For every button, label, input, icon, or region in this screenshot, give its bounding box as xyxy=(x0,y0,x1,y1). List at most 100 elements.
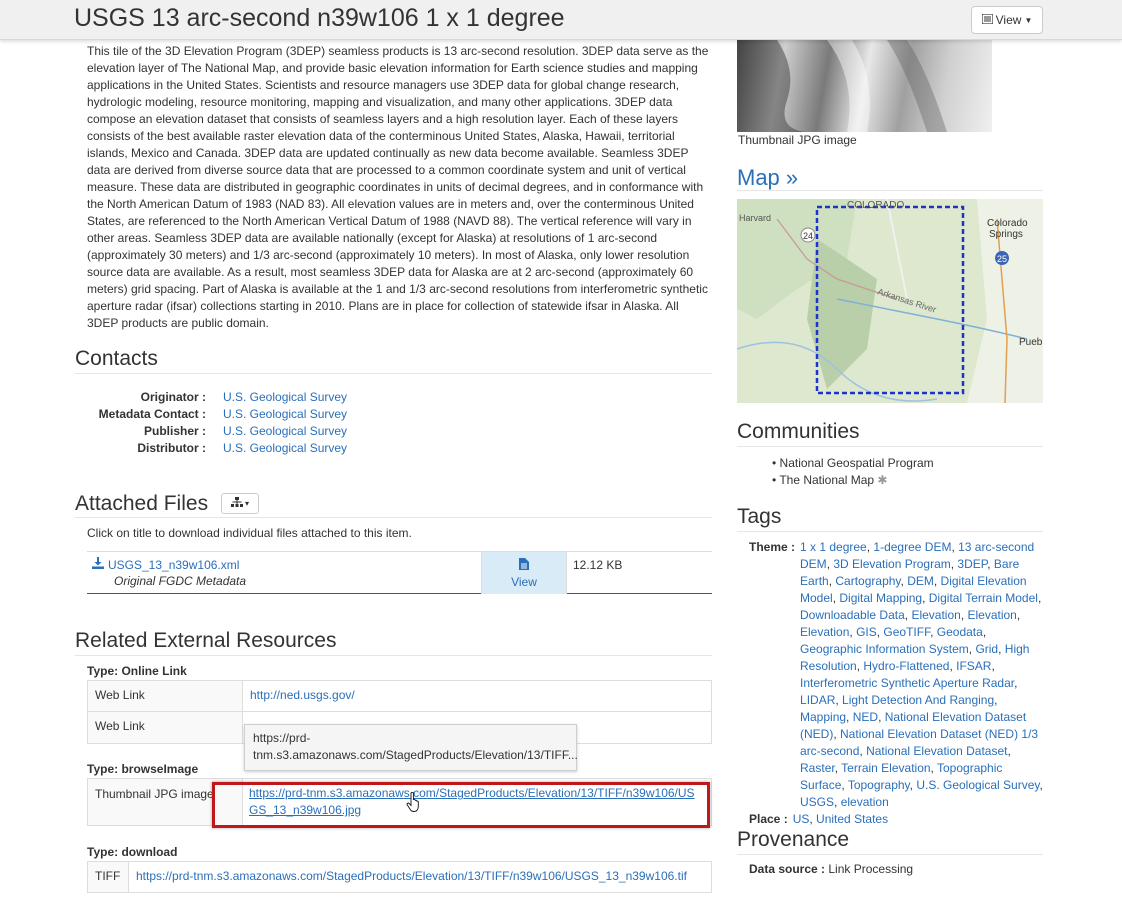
tag-link[interactable]: Digital Mapping xyxy=(839,591,922,605)
tag-link[interactable]: 1-degree DEM xyxy=(873,540,951,554)
tag-link[interactable]: Light Detection And Ranging xyxy=(842,693,994,707)
tag-separator: , xyxy=(1014,676,1018,690)
divider xyxy=(75,373,712,374)
tag-link[interactable]: Grid xyxy=(975,642,998,656)
contact-row: Metadata Contact : U.S. Geological Surve… xyxy=(87,406,587,423)
type-download-label: Type: download xyxy=(87,845,178,859)
tiff-download-link[interactable]: https://prd-tnm.s3.amazonaws.com/StagedP… xyxy=(136,869,687,883)
tag-link[interactable]: 3DEP xyxy=(957,557,987,571)
gear-icon: ✱ xyxy=(877,473,888,487)
link-type-cell: Web Link xyxy=(88,712,243,743)
contact-row: Distributor : U.S. Geological Survey xyxy=(87,440,587,457)
download-icon xyxy=(92,557,104,572)
tag-link[interactable]: US xyxy=(793,812,810,826)
communities-heading: Communities xyxy=(737,420,860,443)
location-map[interactable]: COLORADO Colorado Springs Arkansas River… xyxy=(737,199,1043,403)
web-link[interactable]: http://ned.usgs.gov/ xyxy=(250,688,355,702)
place-tag-list: US, United States xyxy=(793,811,888,828)
files-options-button[interactable]: ▾ xyxy=(221,493,259,514)
list-icon xyxy=(981,13,994,27)
map-label-city: Pueb xyxy=(1019,337,1043,348)
hand-cursor-icon xyxy=(406,791,422,815)
download-table: TIFF https://prd-tnm.s3.amazonaws.com/St… xyxy=(87,861,712,893)
tag-separator: , xyxy=(998,642,1005,656)
tag-separator: , xyxy=(991,659,995,673)
data-source-value: Link Processing xyxy=(828,862,914,876)
tag-separator: , xyxy=(930,625,937,639)
tag-link[interactable]: Geodata xyxy=(937,625,983,639)
type-browse-image-label: Type: browseImage xyxy=(87,762,199,776)
tag-link[interactable]: Elevation xyxy=(967,608,1016,622)
map-route-label: 25 xyxy=(997,254,1007,264)
map-label-city: Colorado xyxy=(987,218,1028,229)
tag-link[interactable]: NED xyxy=(853,710,878,724)
tag-link[interactable]: IFSAR xyxy=(956,659,991,673)
contact-link[interactable]: U.S. Geological Survey xyxy=(223,389,347,406)
file-view-button[interactable]: View xyxy=(481,552,567,594)
tag-separator: , xyxy=(1037,591,1042,605)
tags-heading: Tags xyxy=(737,505,782,528)
contact-link[interactable]: U.S. Geological Survey xyxy=(223,423,347,440)
tag-link[interactable]: Digital Terrain Model xyxy=(929,591,1038,605)
tag-link[interactable]: Downloadable Data xyxy=(800,608,905,622)
tag-separator: , xyxy=(994,693,998,707)
tag-link[interactable]: Hydro-Flattened xyxy=(863,659,949,673)
view-dropdown-button[interactable]: View ▼ xyxy=(971,6,1043,34)
tag-separator: , xyxy=(846,710,853,724)
provenance-row: Data source : Link Processing xyxy=(749,862,913,876)
tag-link[interactable]: National Elevation Dataset xyxy=(866,744,1007,758)
divider xyxy=(737,190,1043,191)
file-view-label: View xyxy=(511,575,537,589)
map-label-state: COLORADO xyxy=(847,200,904,211)
type-online-link-label: Type: Online Link xyxy=(87,664,187,678)
tag-separator: , xyxy=(833,727,841,741)
tag-link[interactable]: Interferometric Synthetic Aperture Radar xyxy=(800,676,1014,690)
tag-separator: , xyxy=(982,625,987,639)
tag-link[interactable]: Elevation xyxy=(911,608,960,622)
thumbnail-image[interactable] xyxy=(737,40,992,132)
contact-link[interactable]: U.S. Geological Survey xyxy=(223,440,347,457)
tag-separator: , xyxy=(834,795,841,809)
tag-separator: , xyxy=(1039,778,1043,792)
link-tooltip: https://prd-tnm.s3.amazonaws.com/StagedP… xyxy=(244,724,578,771)
tag-link[interactable]: Cartography xyxy=(835,574,900,588)
tag-link[interactable]: Mapping xyxy=(800,710,846,724)
contact-label: Originator : xyxy=(140,390,206,404)
tag-link[interactable]: 3D Elevation Program xyxy=(833,557,950,571)
sitemap-icon xyxy=(230,497,243,510)
tag-separator: , xyxy=(1007,744,1011,758)
tag-link[interactable]: USGS xyxy=(800,795,834,809)
provenance-heading: Provenance xyxy=(737,828,850,851)
table-row: TIFF https://prd-tnm.s3.amazonaws.com/St… xyxy=(88,862,711,892)
tag-link[interactable]: elevation xyxy=(841,795,889,809)
community-name: The National Map xyxy=(779,473,875,487)
map-route-label: 24 xyxy=(803,231,813,241)
tag-link[interactable]: DEM xyxy=(907,574,934,588)
tag-link[interactable]: 1 x 1 degree xyxy=(800,540,867,554)
tag-link[interactable]: U.S. Geological Survey xyxy=(916,778,1039,792)
tag-link[interactable]: GIS xyxy=(856,625,877,639)
caret-down-icon: ▼ xyxy=(1024,15,1033,25)
tag-link[interactable]: Elevation xyxy=(800,625,849,639)
tags-block: Theme : 1 x 1 degree, 1-degree DEM, 13 a… xyxy=(749,539,1045,828)
files-note: Click on title to download individual fi… xyxy=(87,526,412,540)
data-source-label: Data source : xyxy=(749,862,826,876)
contacts-heading: Contacts xyxy=(75,347,158,370)
file-download-link[interactable]: USGS_13_n39w106.xml xyxy=(108,558,239,572)
page-title: USGS 13 arc-second n39w106 1 x 1 degree xyxy=(74,4,565,32)
tag-link[interactable]: Terrain Elevation xyxy=(841,761,930,775)
tag-link[interactable]: Raster xyxy=(800,761,835,775)
tag-link[interactable]: Geographic Information System xyxy=(800,642,969,656)
link-type-cell: Web Link xyxy=(88,681,243,711)
tag-link[interactable]: GeoTIFF xyxy=(883,625,930,639)
divider xyxy=(75,517,712,518)
related-resources-heading: Related External Resources xyxy=(75,629,337,652)
theme-label: Theme : xyxy=(749,540,796,554)
tag-separator: , xyxy=(933,574,941,588)
contact-label: Metadata Contact : xyxy=(98,407,206,421)
contact-link[interactable]: U.S. Geological Survey xyxy=(223,406,347,423)
tag-link[interactable]: Topography xyxy=(848,778,910,792)
tag-link[interactable]: LIDAR xyxy=(800,693,835,707)
tag-link[interactable]: United States xyxy=(816,812,888,826)
map-link[interactable]: Map » xyxy=(737,165,798,191)
